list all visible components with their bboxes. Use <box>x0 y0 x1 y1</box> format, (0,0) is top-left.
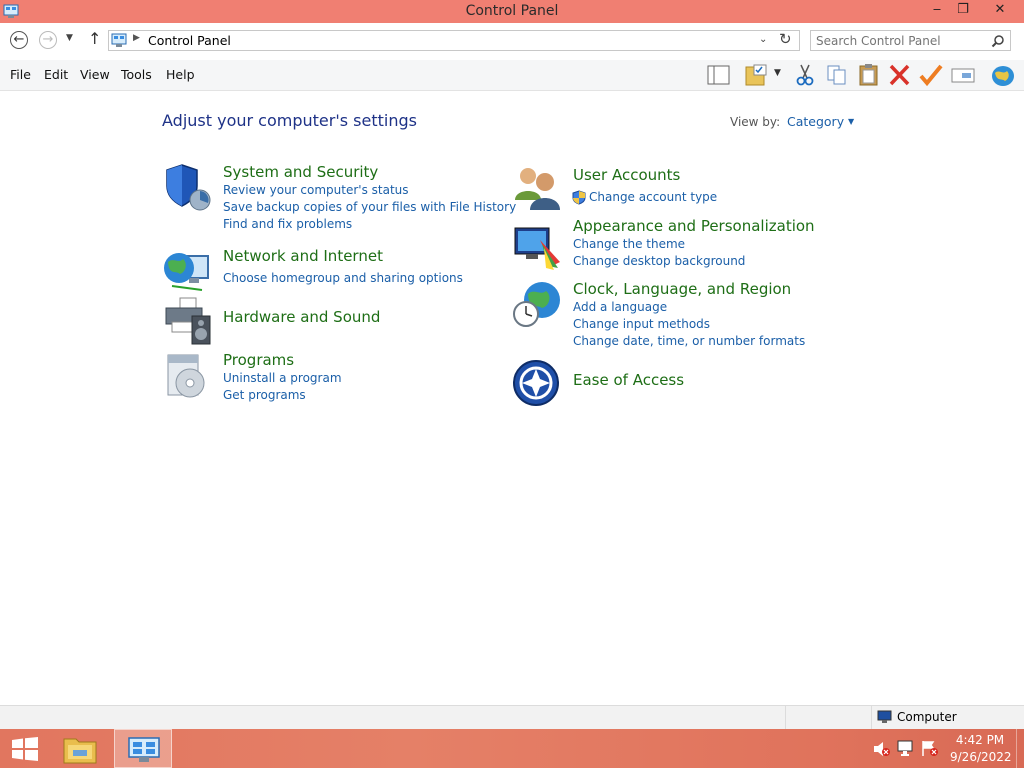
window-title: Control Panel <box>465 3 559 19</box>
control-panel-taskbar-icon <box>128 737 160 762</box>
forward-button[interactable]: → <box>39 31 57 49</box>
link-get-programs[interactable]: Get programs <box>223 388 306 402</box>
menu-toolbar-bar: File Edit View Tools Help ▼ <box>0 60 1024 91</box>
cut-icon[interactable] <box>792 63 818 87</box>
monitor-palette-icon[interactable] <box>512 222 562 272</box>
category-ease-of-access[interactable]: Ease of Access <box>573 371 684 389</box>
action-center-flag-icon[interactable] <box>921 740 939 757</box>
search-box[interactable] <box>810 30 1011 51</box>
taskbar-clock-date[interactable]: 9/26/2022 <box>950 750 1012 764</box>
link-change-date-time-formats[interactable]: Change date, time, or number formats <box>573 334 805 348</box>
network-status-icon[interactable] <box>897 740 915 757</box>
maximize-button[interactable]: ❐ <box>950 0 976 21</box>
menu-edit[interactable]: Edit <box>44 67 68 82</box>
search-input[interactable] <box>814 32 988 50</box>
page-heading: Adjust your computer's settings <box>162 111 417 130</box>
back-arrow-icon: ← <box>13 32 25 47</box>
close-button[interactable]: ✕ <box>980 0 1020 21</box>
users-icon[interactable] <box>512 162 562 212</box>
taskbar-clock-time[interactable]: 4:42 PM <box>950 733 1010 747</box>
link-change-theme[interactable]: Change the theme <box>573 237 685 251</box>
computer-icon <box>877 710 892 723</box>
chevron-down-icon: ▼ <box>66 33 73 43</box>
navigation-bar: ← → ▼ ↑ ▶ Control Panel ⌄ ↻ <box>0 23 1024 60</box>
address-bar[interactable]: ▶ Control Panel ⌄ ↻ <box>108 30 800 51</box>
rename-icon[interactable] <box>950 63 976 87</box>
link-homegroup-sharing[interactable]: Choose homegroup and sharing options <box>223 271 463 285</box>
category-user-accounts[interactable]: User Accounts <box>573 166 680 184</box>
shield-icon[interactable] <box>162 162 212 212</box>
category-system-and-security[interactable]: System and Security <box>223 163 378 181</box>
clock-globe-icon[interactable] <box>512 280 562 330</box>
link-change-input-methods[interactable]: Change input methods <box>573 317 710 331</box>
folder-check-icon[interactable] <box>744 63 770 87</box>
category-appearance-personalization[interactable]: Appearance and Personalization <box>573 217 815 235</box>
link-review-status[interactable]: Review your computer's status <box>223 183 409 197</box>
link-uninstall-program[interactable]: Uninstall a program <box>223 371 342 385</box>
view-by-dropdown[interactable]: Category ▼ <box>787 114 854 129</box>
control-panel-taskbar-button[interactable] <box>114 729 172 768</box>
status-bar: Computer <box>0 705 1024 730</box>
file-explorer-taskbar-icon[interactable] <box>62 733 98 765</box>
breadcrumb-control-panel[interactable]: Control Panel <box>148 33 231 48</box>
back-button[interactable]: ← <box>10 31 28 49</box>
taskbar: 4:42 PM 9/26/2022 <box>0 729 1024 768</box>
ease-of-access-icon[interactable] <box>512 359 562 409</box>
volume-muted-icon[interactable] <box>873 741 891 757</box>
layout-pane-icon[interactable] <box>706 63 732 87</box>
network-globe-icon[interactable] <box>162 246 212 296</box>
category-network-and-internet[interactable]: Network and Internet <box>223 247 383 265</box>
link-add-language[interactable]: Add a language <box>573 300 667 314</box>
forward-arrow-icon: → <box>42 32 54 47</box>
menu-help[interactable]: Help <box>166 67 195 82</box>
status-location: Computer <box>897 710 957 724</box>
up-button[interactable]: ↑ <box>88 29 101 48</box>
paste-icon[interactable] <box>856 63 882 87</box>
menu-tools[interactable]: Tools <box>121 67 152 82</box>
checkmark-icon[interactable] <box>918 63 944 87</box>
title-bar: Control Panel ‒ ❐ ✕ <box>0 0 1024 23</box>
recent-locations-dropdown[interactable]: ▼ <box>66 33 73 43</box>
delete-icon[interactable] <box>887 63 913 87</box>
search-icon[interactable] <box>991 34 1005 48</box>
link-change-account-type[interactable]: Change account type <box>589 190 717 204</box>
up-arrow-icon: ↑ <box>88 29 102 48</box>
menu-view[interactable]: View <box>80 67 110 82</box>
printer-speaker-icon[interactable] <box>162 296 212 346</box>
control-panel-small-icon <box>111 33 127 47</box>
status-divider <box>871 706 872 730</box>
status-divider <box>785 706 786 730</box>
breadcrumb-chevron-icon[interactable]: ▶ <box>133 33 140 43</box>
view-by-value[interactable]: Category <box>787 114 844 129</box>
view-by-label: View by: <box>730 115 781 129</box>
chevron-down-icon[interactable]: ▼ <box>848 117 854 126</box>
address-dropdown-icon[interactable]: ⌄ <box>759 34 767 45</box>
link-change-desktop-background[interactable]: Change desktop background <box>573 254 745 268</box>
organize-dropdown-icon[interactable]: ▼ <box>774 68 781 78</box>
start-button-windows-icon[interactable] <box>11 737 39 761</box>
copy-icon[interactable] <box>824 63 850 87</box>
refresh-icon[interactable]: ↻ <box>779 30 792 48</box>
category-clock-language-region[interactable]: Clock, Language, and Region <box>573 280 791 298</box>
category-hardware-and-sound[interactable]: Hardware and Sound <box>223 308 380 326</box>
menu-file[interactable]: File <box>10 67 31 82</box>
uac-shield-icon <box>572 190 586 205</box>
link-find-fix-problems[interactable]: Find and fix problems <box>223 217 352 231</box>
programs-disc-icon[interactable] <box>162 351 212 401</box>
category-programs[interactable]: Programs <box>223 351 294 369</box>
globe-icon[interactable] <box>990 63 1016 87</box>
show-desktop-button[interactable] <box>1016 729 1024 768</box>
minimize-button[interactable]: ‒ <box>924 0 950 21</box>
link-file-history[interactable]: Save backup copies of your files with Fi… <box>223 200 516 214</box>
